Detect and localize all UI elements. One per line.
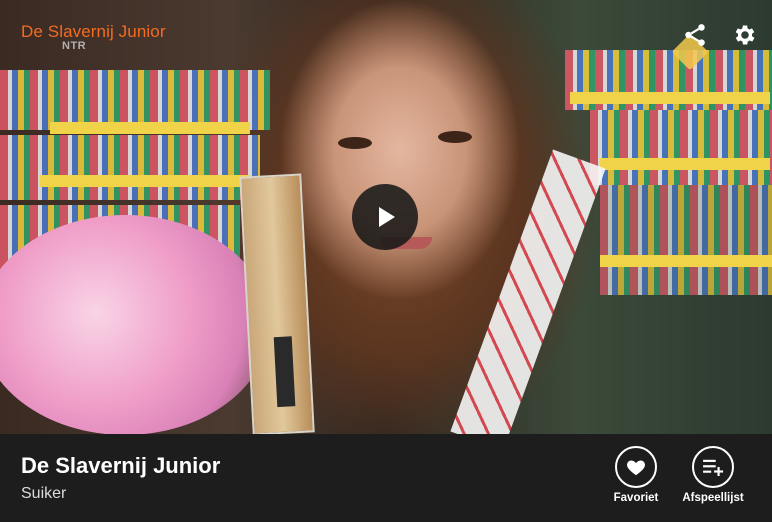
price-strip: [50, 122, 250, 134]
candy-shelf-right-bottom: [600, 185, 772, 295]
favorite-label: Favoriet: [613, 492, 659, 504]
price-strip: [600, 255, 772, 267]
candy-shelf-right-middle: [590, 110, 772, 185]
playlist-circle[interactable]: [692, 446, 734, 488]
cotton-candy: [0, 215, 270, 434]
episode-subtitle: Suiker: [21, 485, 67, 502]
playlist-label: Afspeellijst: [682, 492, 744, 504]
episode-title: De Slavernij Junior: [21, 453, 221, 478]
video-player[interactable]: De Slavernij Junior NTR: [0, 0, 772, 434]
playlist-button[interactable]: Afspeellijst: [677, 446, 749, 504]
settings-button[interactable]: [732, 22, 758, 48]
broadcaster-logo: NTR: [62, 40, 87, 52]
favorite-circle[interactable]: [615, 446, 657, 488]
share-button[interactable]: [682, 22, 708, 48]
heart-icon: [627, 460, 645, 476]
candy-stick: [450, 149, 606, 434]
price-strip: [40, 175, 250, 187]
channel-logo: De Slavernij Junior: [21, 22, 166, 41]
video-frame-detail: [338, 137, 372, 149]
price-strip: [570, 92, 770, 104]
price-strip: [600, 158, 770, 170]
gear-icon: [735, 25, 755, 45]
candy-shelf-left-top: [0, 70, 270, 130]
share-icon: [685, 24, 705, 46]
play-icon: [379, 207, 395, 227]
candy-shelf-left-middle: [0, 135, 260, 200]
play-button[interactable]: [352, 184, 418, 250]
nougat-bar: [239, 173, 315, 434]
video-frame-detail: [438, 131, 472, 143]
playlist-add-icon: [703, 459, 724, 476]
favorite-button[interactable]: Favoriet: [600, 446, 672, 504]
